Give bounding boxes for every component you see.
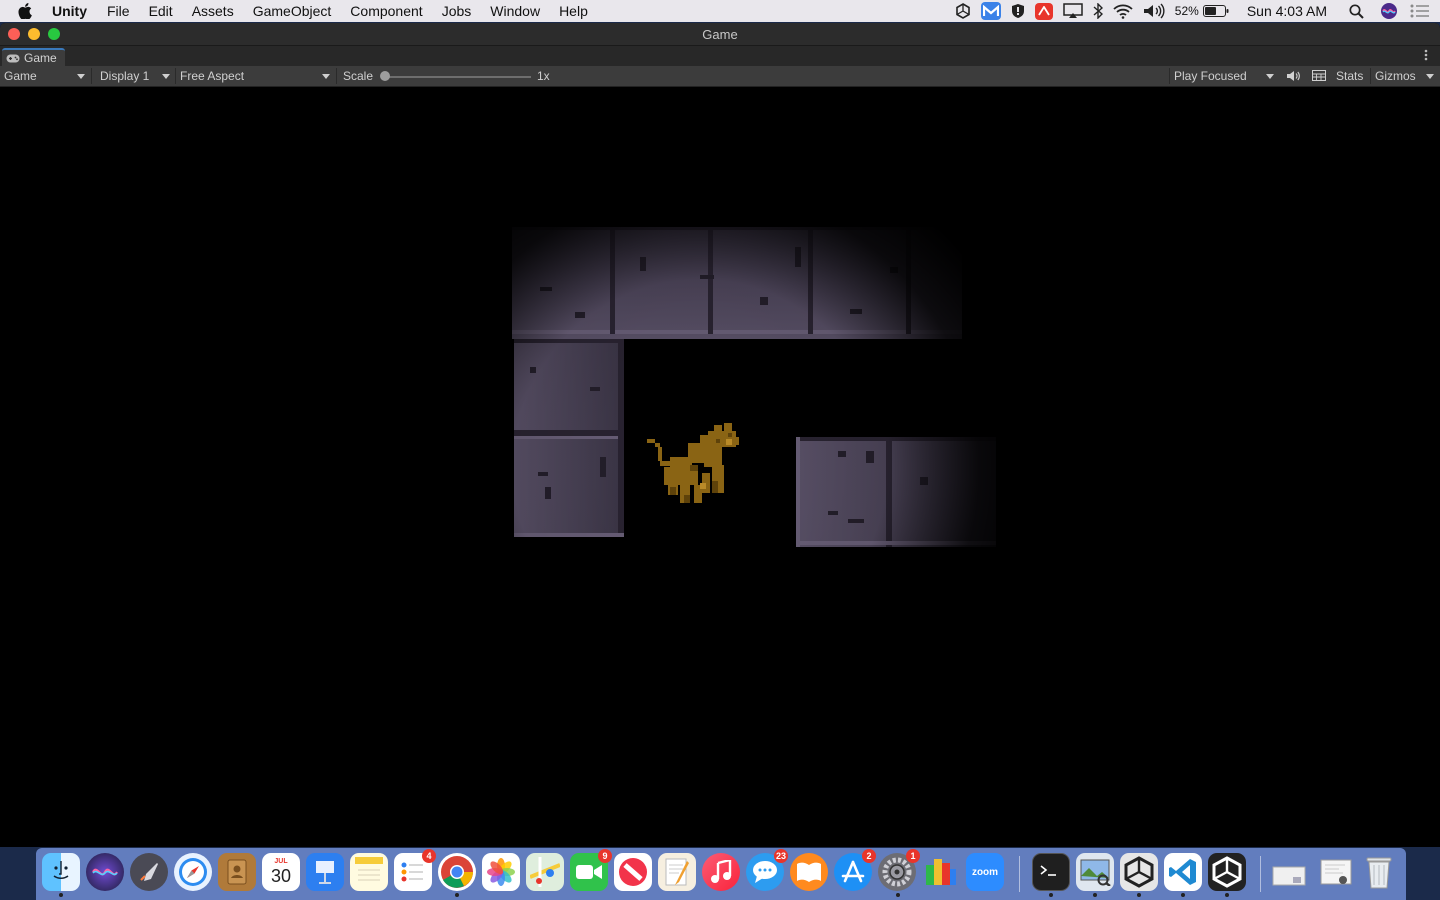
siri-app-icon[interactable]	[86, 853, 124, 891]
more-options-icon[interactable]	[1424, 49, 1428, 64]
stats-grid-icon[interactable]	[1312, 70, 1326, 82]
airplay-icon[interactable]	[1063, 3, 1083, 19]
app-store-icon[interactable]: 2	[834, 849, 876, 891]
tab-game[interactable]: Game	[2, 48, 65, 66]
adobe-icon[interactable]	[1034, 2, 1053, 20]
books-icon[interactable]	[790, 853, 828, 891]
launchpad-icon[interactable]	[130, 853, 168, 891]
stats-button[interactable]: Stats	[1336, 66, 1363, 86]
system-preferences-badge: 1	[906, 849, 920, 863]
apple-menu-icon[interactable]	[18, 3, 38, 19]
menu-bar: Unity File Edit Assets GameObject Compon…	[0, 0, 1440, 22]
terminal-icon[interactable]	[1032, 853, 1070, 891]
trash-icon[interactable]	[1360, 853, 1398, 891]
scale-slider-thumb[interactable]	[380, 71, 390, 81]
bluetooth-icon[interactable]	[1093, 3, 1103, 19]
gamepad-icon	[6, 54, 20, 63]
malwarebytes-icon[interactable]	[980, 2, 1001, 20]
shield-icon[interactable]	[1011, 3, 1025, 19]
view-type-dropdown[interactable]: Game	[4, 66, 88, 86]
view-type-value: Game	[4, 69, 37, 83]
unity-game-window: Game Game Game Display 1 Free Aspect Sca…	[0, 23, 1440, 847]
vscode-icon[interactable]	[1164, 853, 1202, 891]
wifi-icon[interactable]	[1113, 3, 1133, 19]
menu-jobs[interactable]: Jobs	[442, 0, 472, 22]
gizmos-dropdown[interactable]: Gizmos	[1375, 66, 1437, 86]
maps-icon[interactable]	[526, 853, 564, 891]
scale-slider-track[interactable]	[385, 76, 531, 78]
siri-icon[interactable]	[1380, 2, 1398, 20]
dock: JUL 30 4 9 23 2 1 zoom	[36, 848, 1406, 900]
game-view-toolbar: Game Display 1 Free Aspect Scale 1x Play…	[0, 66, 1440, 87]
mute-audio-icon[interactable]	[1286, 70, 1300, 82]
game-scene	[0, 87, 1440, 847]
menu-window[interactable]: Window	[490, 0, 540, 22]
photos-icon[interactable]	[482, 853, 520, 891]
spotlight-search-icon[interactable]	[1349, 3, 1364, 19]
menu-component[interactable]: Component	[350, 0, 422, 22]
menu-edit[interactable]: Edit	[149, 0, 173, 22]
zoom-app-icon[interactable]: zoom	[966, 853, 1004, 891]
system-preferences-icon[interactable]: 1	[878, 849, 920, 891]
preview-icon[interactable]	[1076, 853, 1114, 891]
finder-icon[interactable]	[42, 853, 80, 891]
notes-icon[interactable]	[350, 853, 388, 891]
calendar-icon[interactable]: JUL 30	[262, 853, 300, 891]
gizmos-label: Gizmos	[1375, 69, 1416, 83]
aspect-dropdown[interactable]: Free Aspect	[180, 66, 333, 86]
contacts-book-icon[interactable]	[218, 853, 256, 891]
textedit-icon[interactable]	[658, 853, 696, 891]
safari-icon[interactable]	[174, 853, 212, 891]
menu-assets[interactable]: Assets	[192, 0, 234, 22]
keynote-icon[interactable]	[306, 853, 344, 891]
tab-bar: Game	[0, 46, 1440, 66]
music-icon[interactable]	[702, 853, 740, 891]
unity-editor-icon[interactable]	[1208, 853, 1246, 891]
calendar-day: 30	[270, 866, 292, 886]
facetime-icon[interactable]: 9	[570, 849, 612, 891]
tab-game-label: Game	[24, 51, 57, 65]
app-store-badge: 2	[862, 849, 876, 863]
unity-status-icon[interactable]	[955, 3, 971, 19]
play-mode-value: Play Focused	[1174, 69, 1247, 83]
messages-badge: 23	[774, 849, 788, 863]
facetime-badge: 9	[598, 849, 612, 863]
app-menu-unity[interactable]: Unity	[52, 0, 87, 22]
status-menus: 52% Sun 4:03 AM	[945, 0, 1430, 22]
pixel-editor-icon[interactable]	[922, 853, 960, 891]
battery-percent: 52%	[1174, 4, 1199, 18]
play-mode-dropdown[interactable]: Play Focused	[1174, 66, 1277, 86]
downloads-stack-icon[interactable]	[1270, 853, 1308, 891]
aspect-value: Free Aspect	[180, 69, 245, 83]
calendar-month: JUL	[274, 858, 288, 865]
notification-center-icon[interactable]	[1410, 4, 1430, 18]
zoom-label: zoom	[971, 866, 999, 878]
unity-hub-icon[interactable]	[1120, 853, 1158, 891]
messages-icon[interactable]: 23	[746, 849, 788, 891]
display-dropdown[interactable]: Display 1	[100, 66, 173, 86]
zoom-window-button[interactable]	[48, 28, 60, 40]
close-window-button[interactable]	[8, 28, 20, 40]
scale-value: 1x	[537, 69, 550, 83]
battery-icon[interactable]	[1202, 5, 1229, 17]
chrome-icon[interactable]	[438, 853, 476, 891]
minimize-window-button[interactable]	[28, 28, 40, 40]
menu-help[interactable]: Help	[559, 0, 588, 22]
menu-file[interactable]: File	[107, 0, 130, 22]
clock[interactable]: Sun 4:03 AM	[1247, 3, 1327, 19]
window-title: Game	[702, 26, 738, 42]
reminders-icon[interactable]: 4	[394, 849, 436, 891]
news-icon[interactable]	[614, 853, 652, 891]
volume-icon[interactable]	[1143, 3, 1165, 19]
game-viewport[interactable]	[0, 87, 1440, 847]
scale-label: Scale	[343, 69, 374, 83]
display-value: Display 1	[100, 69, 150, 83]
reminders-badge: 4	[422, 849, 436, 863]
documents-stack-icon[interactable]	[1316, 853, 1354, 891]
window-titlebar[interactable]: Game	[0, 23, 1440, 46]
menu-gameobject[interactable]: GameObject	[253, 0, 332, 22]
